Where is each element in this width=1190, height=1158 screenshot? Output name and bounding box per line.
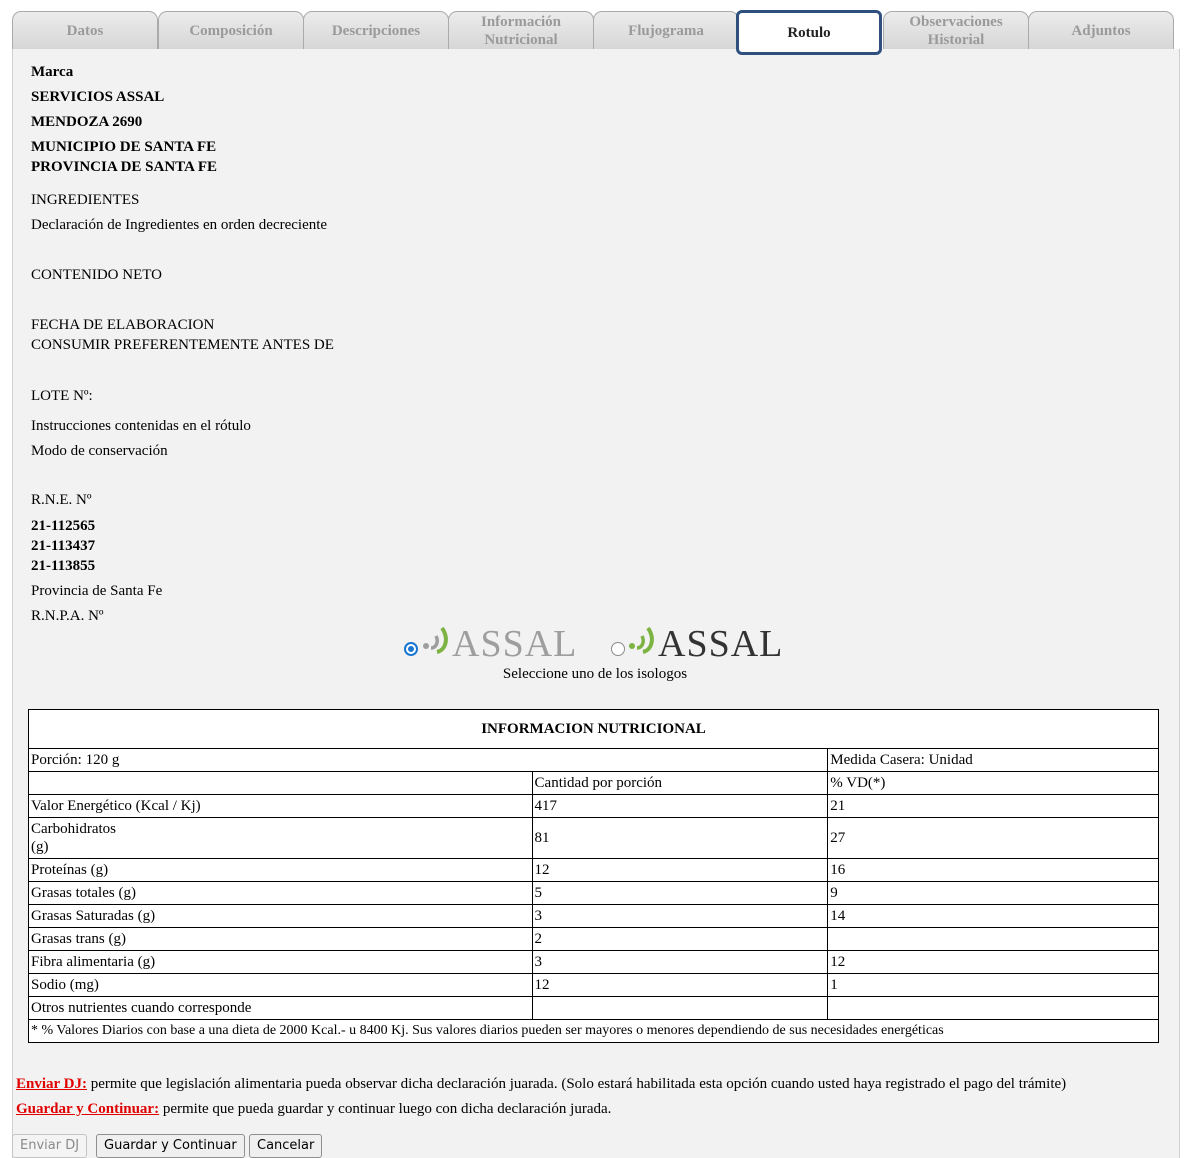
marca-label: Marca (31, 64, 74, 80)
nutrient-name: Grasas trans (g) (28, 927, 533, 951)
porcion-cell: Porción: 120 g (27, 748, 829, 772)
municipio-text: MUNICIPIO DE SANTA FE (31, 139, 217, 155)
nutrient-vd: 16 (827, 858, 1159, 882)
nutrient-name: Otros nutrientes cuando corresponde (28, 996, 533, 1020)
nutrient-qty: 81 (531, 817, 829, 859)
tab-flujograma[interactable]: Flujograma (593, 11, 739, 49)
entity-name: SERVICIOS ASSAL (31, 89, 165, 105)
footnote-row: * % Valores Diarios con base a una dieta… (28, 1019, 1159, 1043)
nutrient-name: Grasas Saturadas (g) (28, 904, 533, 928)
ingredientes-text: Declaración de Ingredientes en orden dec… (31, 217, 328, 233)
table-row: Grasas trans (g) 2 (28, 927, 1159, 951)
lote-label: LOTE Nº: (31, 388, 93, 404)
isologo-color-text: ASSAL (658, 623, 784, 665)
nutrient-name: Carbohidratos (g) (28, 817, 533, 859)
enviar-help: Enviar DJ: permite que legislación alime… (16, 1076, 1066, 1093)
guardar-continuar-button[interactable]: Guardar y Continuar (96, 1134, 245, 1158)
enviar-help-text: permite que legislación alimentaria pued… (86, 1076, 1067, 1092)
nutrient-vd: 12 (827, 950, 1159, 974)
nutrition-footnote: * % Valores Diarios con base a una dieta… (28, 1019, 1159, 1043)
table-row: Proteínas (g) 12 16 (28, 858, 1159, 882)
nutrition-table: INFORMACION NUTRICIONAL Porción: 120 g M… (27, 709, 1159, 1043)
provincia-santa-fe: Provincia de Santa Fe (31, 583, 163, 599)
ingredientes-title: INGREDIENTES (31, 192, 140, 208)
medida-casera-cell: Medida Casera: Unidad (827, 748, 1159, 772)
entity-address: MENDOZA 2690 (31, 114, 143, 130)
nutrient-vd: 27 (827, 817, 1159, 859)
guardar-help: Guardar y Continuar: permite que pueda g… (16, 1101, 611, 1118)
porcion-row: Porción: 120 g Medida Casera: Unidad (27, 748, 1159, 772)
modo-conservacion: Modo de conservación (31, 443, 168, 459)
assal-swirl-icon (629, 626, 654, 654)
enviar-dj-button[interactable]: Enviar DJ (12, 1134, 88, 1158)
isologo-selector: ASSAL ASSAL (400, 622, 800, 666)
consumir-antes: CONSUMIR PREFERENTEMENTE ANTES DE (31, 337, 334, 353)
nutrient-vd: 14 (827, 904, 1159, 928)
nutrient-name: Fibra alimentaria (g) (28, 950, 533, 974)
tab-composicion[interactable]: Composición (158, 11, 304, 49)
tab-informacion-nutricional[interactable]: Información Nutricional (448, 11, 594, 49)
table-row: Grasas Saturadas (g) 3 14 (28, 904, 1159, 928)
rne-number-3: 21-113855 (31, 558, 96, 574)
isologo-radio-1[interactable] (404, 642, 418, 656)
tab-datos[interactable]: Datos (12, 11, 158, 49)
table-row: Otros nutrientes cuando corresponde (28, 996, 1159, 1020)
nutrition-title-row: INFORMACION NUTRICIONAL (28, 709, 1159, 749)
nutrition-title: INFORMACION NUTRICIONAL (28, 709, 1159, 749)
nutrient-qty: 12 (531, 858, 829, 882)
rne-label: R.N.E. Nº (31, 492, 92, 508)
fecha-elaboracion: FECHA DE ELABORACION (31, 317, 215, 333)
nutrient-qty: 3 (531, 950, 829, 974)
tab-adjuntos[interactable]: Adjuntos (1028, 11, 1174, 49)
nutrient-qty (531, 996, 829, 1020)
nutrient-qty: 12 (531, 973, 829, 997)
tab-observaciones-historial[interactable]: Observaciones Historial (883, 11, 1029, 49)
rne-number-2: 21-113437 (31, 538, 96, 554)
enviar-help-key[interactable]: Enviar DJ: (16, 1076, 87, 1092)
assal-swirl-icon (423, 626, 448, 654)
tab-descripciones[interactable]: Descripciones (303, 11, 449, 49)
table-row: Carbohidratos (g) 81 27 (28, 817, 1159, 859)
nutrient-vd (827, 927, 1159, 951)
nutrient-name: Grasas totales (g) (28, 881, 533, 905)
nutrient-name-text: Carbohidratos (31, 821, 116, 837)
header-row: Cantidad por porción % VD(*) (28, 771, 1159, 795)
isologo-color[interactable]: ASSAL (658, 622, 783, 666)
isologo-gray[interactable]: ASSAL (452, 622, 577, 666)
rne-number-1: 21-112565 (31, 518, 96, 534)
tab-rotulo[interactable]: Rotulo (736, 10, 882, 55)
empty-header-cell (28, 771, 533, 795)
nutrient-vd (827, 996, 1159, 1020)
nutrient-name: Valor Energético (Kcal / Kj) (28, 794, 533, 818)
cancelar-button[interactable]: Cancelar (249, 1134, 323, 1158)
nutrient-vd: 1 (827, 973, 1159, 997)
table-row: Valor Energético (Kcal / Kj) 417 21 (28, 794, 1159, 818)
table-row: Grasas totales (g) 5 9 (28, 881, 1159, 905)
nutrient-qty: 2 (531, 927, 829, 951)
nutrient-name: Sodio (mg) (28, 973, 533, 997)
nutrient-vd: 9 (827, 881, 1159, 905)
isologo-radio-2[interactable] (611, 642, 625, 656)
vd-header: % VD(*) (827, 771, 1159, 795)
nutrient-unit-text: (g) (31, 839, 49, 855)
nutrient-qty: 5 (531, 881, 829, 905)
guardar-help-text: permite que pueda guardar y continuar lu… (159, 1101, 612, 1117)
guardar-help-key[interactable]: Guardar y Continuar: (16, 1101, 159, 1117)
table-row: Sodio (mg) 12 1 (28, 973, 1159, 997)
nutrient-vd: 21 (827, 794, 1159, 818)
nutrient-name: Proteínas (g) (28, 858, 533, 882)
table-row: Fibra alimentaria (g) 3 12 (28, 950, 1159, 974)
cantidad-header: Cantidad por porción (531, 771, 829, 795)
provincia-text: PROVINCIA DE SANTA FE (31, 159, 217, 175)
nutrient-qty: 417 (531, 794, 829, 818)
nutrient-qty: 3 (531, 904, 829, 928)
isologo-caption: Seleccione uno de los isologos (502, 666, 688, 682)
rnpa-label: R.N.P.A. Nº (31, 608, 104, 624)
contenido-neto: CONTENIDO NETO (31, 267, 162, 283)
tab-bar: Datos Composición Descripciones Informac… (10, 0, 1180, 55)
instrucciones-text: Instrucciones contenidas en el rótulo (31, 418, 251, 434)
